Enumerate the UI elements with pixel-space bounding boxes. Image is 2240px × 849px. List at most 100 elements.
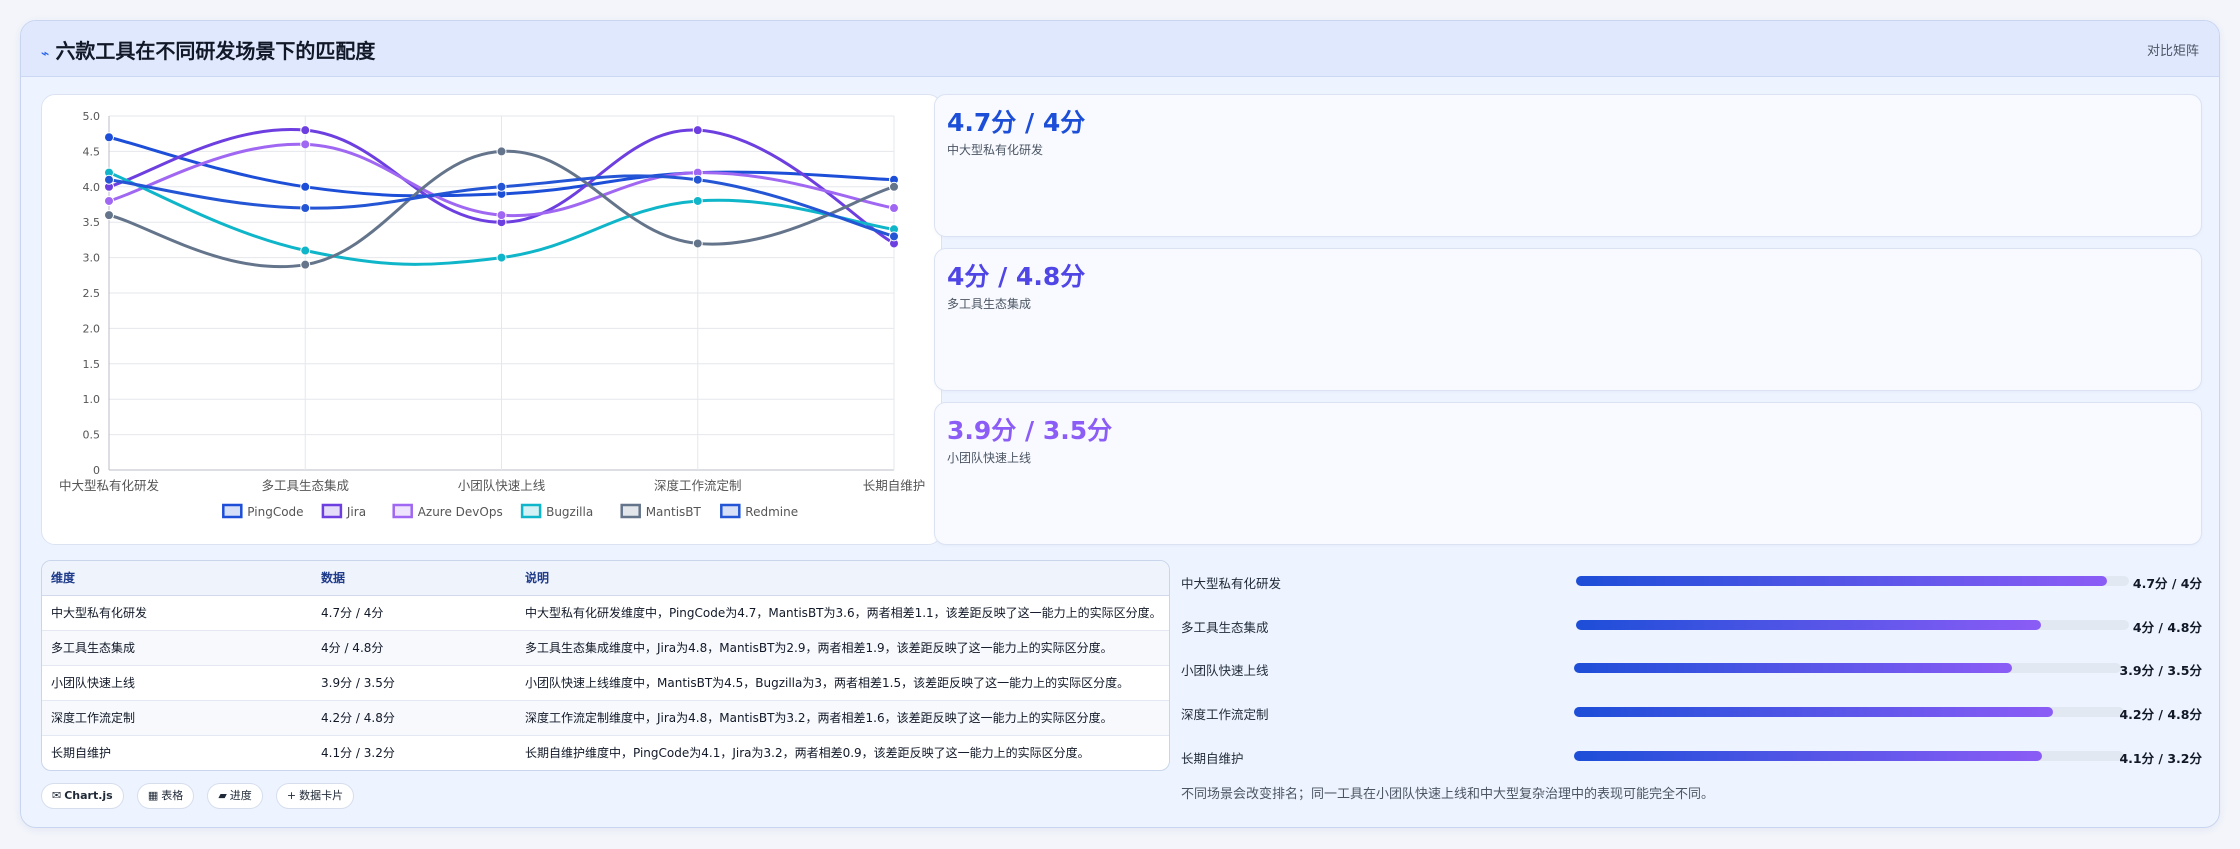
chip-label: Chart.js: [64, 789, 113, 802]
kpi-value: 3.9分 / 3.5分: [947, 416, 1113, 445]
data-point: [692, 125, 703, 136]
progress-track: [1574, 751, 2124, 761]
progress-track: [1576, 620, 2129, 630]
column-header: 数据: [312, 561, 516, 596]
progress-track: [1576, 576, 2129, 586]
kpi-card-1: 4.7分 / 4分 中大型私有化研发: [934, 94, 2202, 237]
legend-swatch: [392, 503, 413, 519]
y-tick-label: 2.0: [83, 322, 101, 335]
progress-list: 中大型私有化研发 4.7分 / 4分 多工具生态集成 4分 / 4.8分 小团队…: [1181, 560, 2202, 820]
table-row: 长期自维护 4.1分 / 3.2分 长期自维护维度中，PingCode为4.1，…: [42, 735, 1169, 770]
data-point: [104, 174, 114, 185]
data-point: [300, 181, 311, 192]
legend-swatch: [222, 503, 243, 519]
x-tick-label: 深度工作流定制: [654, 478, 742, 493]
x-tick-label: 多工具生态集成: [261, 478, 349, 493]
panel-tag: 对比矩阵: [2146, 44, 2199, 59]
data-point: [889, 203, 899, 214]
y-tick-label: 0.5: [83, 429, 101, 442]
y-tick-label: 4.5: [83, 145, 101, 158]
data-point: [300, 245, 311, 256]
kpi-value: 4.7分 / 4分: [947, 108, 1086, 137]
table-cell: 4分 / 4.8分: [312, 630, 516, 666]
y-tick-label: 1.5: [83, 358, 101, 371]
chip-data-cards[interactable]: + 数据卡片: [275, 783, 355, 809]
brand-swoosh-icon: ⌁: [41, 46, 50, 62]
panel-title-text: 六款工具在不同研发场景下的匹配度: [55, 39, 376, 63]
table-cell: 多工具生态集成维度中，Jira为4.8，MantisBT为2.9，两者相差1.9…: [516, 630, 1169, 666]
progress-row: 深度工作流定制 4.2分 / 4.8分: [1181, 697, 2202, 727]
progress-label: 中大型私有化研发: [1181, 576, 1282, 591]
progress-fill: [1574, 751, 2042, 761]
data-table: 维度 数据 说明 中大型私有化研发 4.7分 / 4分 中大型私有化研发维度中，…: [42, 561, 1169, 770]
data-point: [692, 238, 703, 249]
data-point: [692, 195, 703, 206]
legend-label: Azure DevOps: [418, 505, 503, 519]
legend-swatch: [520, 503, 542, 519]
data-point: [889, 231, 899, 242]
progress-track: [1574, 707, 2124, 717]
progress-value: 4.1分 / 3.2分: [2119, 751, 2202, 766]
data-point: [496, 181, 507, 192]
chip-label: 表格: [161, 789, 184, 802]
kpi-label: 多工具生态集成: [947, 297, 1032, 311]
progress-value: 3.9分 / 3.5分: [2119, 663, 2202, 678]
chip-label: 数据卡片: [299, 789, 344, 802]
chart-card: 0 0.5 1.0 1.5 2.0 2.5 3.0 3.5 4.0 4.5 5.0 中大型私有化研发 多…: [41, 94, 942, 545]
line-chart: 0 0.5 1.0 1.5 2.0 2.5 3.0 3.5 4.0 4.5 5.0 中大型私有化研发 多…: [59, 110, 925, 519]
x-tick-label: 小团队快速上线: [458, 478, 546, 493]
column-header: 说明: [516, 561, 1169, 596]
legend-label: MantisBT: [646, 505, 702, 519]
progress-fill: [1574, 663, 2012, 673]
feature-chips: ✉ Chart.js ▦ 表格 ▰ 进度 + 数据卡片: [41, 783, 362, 811]
kpi-card-2: 4分 / 4.8分 多工具生态集成: [934, 248, 2202, 391]
table-cell: 深度工作流定制维度中，Jira为4.8，MantisBT为3.2，两者相差1.6…: [516, 700, 1169, 736]
progress-label: 长期自维护: [1181, 751, 1244, 766]
table-row: 小团队快速上线 3.9分 / 3.5分 小团队快速上线维度中，MantisBT为…: [42, 665, 1169, 701]
chip-chartjs[interactable]: ✉ Chart.js: [41, 783, 124, 809]
table-cell: 长期自维护维度中，PingCode为4.1，Jira为3.2，两者相差0.9，该…: [516, 735, 1169, 770]
data-point: [692, 174, 703, 185]
legend-swatch: [321, 503, 343, 519]
legend-label: Bugzilla: [546, 505, 593, 519]
kpi-label: 小团队快速上线: [947, 451, 1032, 465]
data-point: [300, 203, 311, 214]
table-cell: 4.7分 / 4分: [312, 595, 516, 631]
progress-fill: [1574, 707, 2053, 717]
data-point: [300, 259, 311, 270]
legend-label: Jira: [346, 505, 366, 519]
table-cell: 4.2分 / 4.8分: [312, 700, 516, 736]
progress-label: 多工具生态集成: [1181, 620, 1269, 635]
kpi-label: 中大型私有化研发: [947, 143, 1044, 157]
plus-icon: +: [286, 789, 297, 802]
data-point: [104, 132, 114, 143]
y-tick-label: 3.0: [83, 252, 101, 265]
y-tick-label: 0: [93, 464, 100, 477]
progress-row: 多工具生态集成 4分 / 4.8分: [1181, 610, 2202, 640]
table-row: 深度工作流定制 4.2分 / 4.8分 深度工作流定制维度中，Jira为4.8，…: [42, 700, 1169, 736]
progress-label: 小团队快速上线: [1181, 663, 1269, 678]
data-point: [496, 210, 507, 221]
legend-swatch: [720, 503, 741, 519]
legend-label: Redmine: [745, 505, 798, 519]
table-cell: 中大型私有化研发: [42, 595, 312, 631]
kpi-card-3: 3.9分 / 3.5分 小团队快速上线: [934, 402, 2202, 545]
legend-swatch: [620, 503, 641, 519]
table-header-row: 维度 数据 说明: [42, 561, 1169, 596]
table-cell: 3.9分 / 3.5分: [312, 665, 516, 701]
chip-progress[interactable]: ▰ 进度: [207, 783, 263, 809]
progress-icon: ▰: [218, 789, 227, 802]
table-cell: 多工具生态集成: [42, 630, 312, 666]
progress-label: 深度工作流定制: [1181, 707, 1269, 722]
chip-label: 进度: [229, 789, 252, 802]
data-point: [104, 210, 114, 221]
mail-icon: ✉: [52, 789, 62, 802]
table-icon: ▦: [147, 789, 159, 802]
y-tick-label: 5.0: [83, 110, 101, 123]
table-cell: 深度工作流定制: [42, 700, 312, 736]
table-cell: 4.1分 / 3.2分: [312, 735, 516, 770]
progress-fill: [1576, 576, 2107, 586]
chip-table[interactable]: ▦ 表格: [136, 783, 195, 809]
kpi-value: 4分 / 4.8分: [947, 262, 1086, 291]
table-row: 多工具生态集成 4分 / 4.8分 多工具生态集成维度中，Jira为4.8，Ma…: [42, 630, 1169, 666]
